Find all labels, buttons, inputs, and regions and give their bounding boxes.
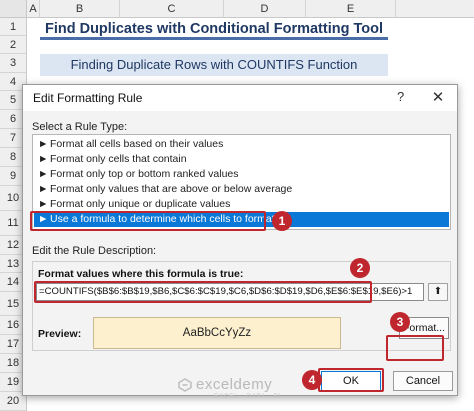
column-header-d[interactable]: D	[224, 0, 306, 18]
row-header[interactable]: 1	[0, 18, 27, 36]
watermark-tagline: EXCEL · DATA · BI	[214, 394, 282, 400]
column-header-a[interactable]: A	[27, 0, 40, 18]
column-header-e[interactable]: E	[306, 0, 396, 18]
annotation-badge-3: 3	[390, 312, 410, 332]
highlight-box-formula	[34, 281, 372, 303]
rule-type-item[interactable]: ► Format only unique or duplicate values	[34, 197, 449, 212]
arrow-right-icon: ►	[38, 138, 49, 150]
annotation-badge-2: 2	[350, 258, 370, 278]
highlight-box-ok-button	[318, 368, 384, 392]
arrow-right-icon: ►	[38, 168, 49, 180]
arrow-right-icon: ►	[38, 183, 49, 195]
column-header-b[interactable]: B	[40, 0, 120, 18]
row-header[interactable]: 2	[0, 36, 27, 54]
rule-type-item[interactable]: ► Format all cells based on their values	[34, 137, 449, 152]
column-header-blank	[396, 0, 474, 18]
format-values-label: Format values where this formula is true…	[38, 268, 244, 280]
help-icon[interactable]: ?	[397, 89, 404, 104]
rule-type-item[interactable]: ► Format only cells that contain	[34, 152, 449, 167]
cancel-button[interactable]: Cancel	[393, 371, 453, 391]
edit-rule-description-label: Edit the Rule Description:	[32, 245, 157, 257]
watermark-name: exceldemy	[196, 376, 273, 393]
highlight-box-format-button	[386, 335, 444, 361]
sheet-subtitle[interactable]: Finding Duplicate Rows with COUNTIFS Fun…	[40, 54, 388, 76]
exceldemy-logo-icon	[178, 378, 192, 392]
select-rule-type-label: Select a Rule Type:	[32, 121, 128, 133]
select-all-corner[interactable]	[0, 0, 27, 18]
sheet-title[interactable]: Find Duplicates with Conditional Formatt…	[40, 18, 388, 40]
arrow-right-icon: ►	[38, 198, 49, 210]
highlight-box-rule-type	[30, 211, 266, 231]
rule-type-item[interactable]: ► Format only top or bottom ranked values	[34, 167, 449, 182]
arrow-right-icon: ►	[38, 153, 49, 165]
annotation-badge-1: 1	[272, 211, 292, 231]
rule-type-item[interactable]: ► Format only values that are above or be…	[34, 182, 449, 197]
row-header[interactable]: 3	[0, 54, 27, 73]
annotation-badge-4: 4	[302, 370, 322, 390]
preview-sample: AaBbCcYyZz	[93, 317, 341, 349]
dialog-titlebar[interactable]: Edit Formatting Rule ? ✕	[23, 85, 457, 111]
preview-label: Preview:	[38, 328, 82, 340]
close-icon[interactable]: ✕	[427, 88, 449, 108]
dialog-title: Edit Formatting Rule	[33, 91, 143, 105]
collapse-dialog-icon[interactable]: ⬆	[428, 283, 448, 301]
column-header-c[interactable]: C	[120, 0, 224, 18]
